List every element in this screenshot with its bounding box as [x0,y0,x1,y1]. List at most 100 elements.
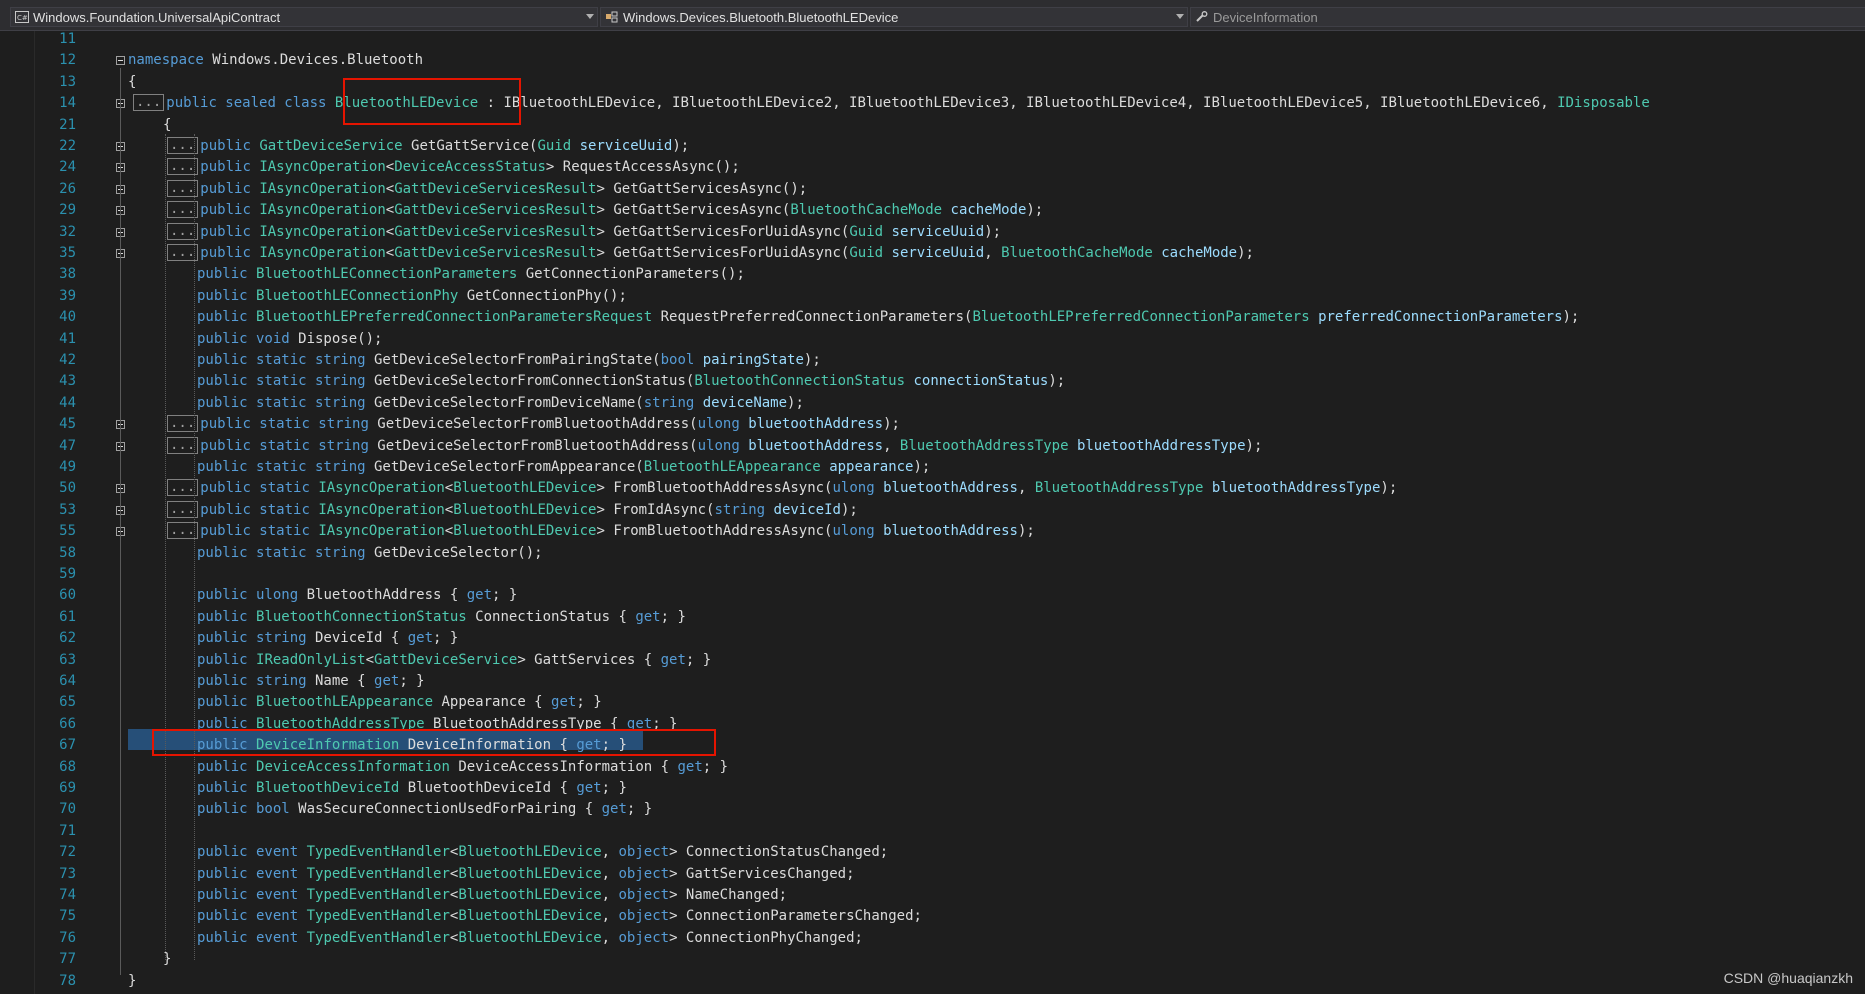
code-line[interactable]: 62 public string DeviceId { get; } [0,628,1865,649]
code-line[interactable]: 63 public IReadOnlyList<GattDeviceService… [0,650,1865,671]
code-line[interactable]: 22 ... public GattDeviceService GetGattSer… [0,136,1865,157]
code-line[interactable]: 26 ... public IAsyncOperation<GattDeviceSe… [0,179,1865,200]
code-token: public static [200,480,310,497]
code-token: ); [1237,245,1254,261]
code-token: BluetoothLEDevice [453,480,597,497]
code-text: ... public IAsyncOperation<GattDeviceServ… [167,179,807,200]
code-line[interactable]: 24 ... public IAsyncOperation<DeviceAccess… [0,157,1865,178]
code-line[interactable]: 45 ... public static string GetDeviceSelec… [0,414,1865,435]
code-token: namespace [128,52,204,69]
member-dropdown-label: DeviceInformation [1213,10,1318,25]
code-token: ); [883,416,900,433]
code-token: > FromIdAsync( [596,501,715,518]
code-line[interactable]: 55 ... public static IAsyncOperation<Bluet… [0,521,1865,542]
code-line[interactable]: 35 ... public IAsyncOperation<GattDeviceSe… [0,243,1865,264]
code-line[interactable]: 76 public event TypedEventHandler<Bluetoo… [0,928,1865,949]
code-line[interactable]: 29 ... public IAsyncOperation<GattDeviceSe… [0,200,1865,221]
code-token: > GetGattServicesForUuidAsync( [596,245,850,261]
line-number: 67 [59,737,76,754]
code-line[interactable]: 77} [0,949,1865,970]
code-token: > FromBluetoothAddressAsync( [596,480,833,497]
code-token: ); [913,459,931,475]
code-line[interactable]: 21 { [0,115,1865,136]
code-token: public static [200,501,310,518]
code-line[interactable]: 12 namespace Windows.Devices.Bluetooth [0,50,1865,71]
code-text: ... public IAsyncOperation<GattDeviceServ… [167,243,1254,264]
code-token: public event [197,844,299,861]
code-line[interactable]: 74 public event TypedEventHandler<Bluetoo… [0,885,1865,906]
code-line[interactable]: 68 public DeviceAccessInformation DeviceA… [0,757,1865,778]
code-token: IAsyncOperation [259,180,386,197]
code-text: public BluetoothLEAppearance Appearance … [197,692,602,713]
code-token: bluetoothAddress [748,416,884,433]
code-line[interactable]: 38 public BluetoothLEConnectionParameters… [0,264,1865,285]
line-number: 22 [59,138,76,154]
code-line[interactable]: 53 ... public static IAsyncOperation<Bluet… [0,500,1865,521]
code-token: serviceUuid [891,223,985,240]
code-token: string [714,501,766,518]
code-line[interactable]: 59 [0,564,1865,585]
code-token: deviceName [702,394,788,411]
code-token: BluetoothLEConnectionParameters [256,266,518,283]
code-token: < [444,523,454,540]
code-text: public BluetoothLEPreferredConnectionPar… [197,307,1579,328]
code-line[interactable]: 70 public bool WasSecureConnectionUsedFor… [0,799,1865,820]
code-line[interactable]: 65 public BluetoothLEAppearance Appearanc… [0,692,1865,713]
code-line[interactable]: 50 ... public static IAsyncOperation<Bluet… [0,478,1865,499]
code-token: public [197,780,248,796]
code-token: > FromBluetoothAddressAsync( [596,523,833,540]
collapsed-region-marker[interactable]: ... [133,94,165,112]
code-line[interactable]: 47 ... public static string GetDeviceSelec… [0,436,1865,457]
code-token: IAsyncOperation [318,523,445,540]
code-token: ConnectionStatus { [466,608,636,625]
code-text: public IReadOnlyList<GattDeviceService> … [197,650,711,671]
code-token: , [1017,480,1035,497]
code-text: ... public static IAsyncOperation<Bluetoo… [167,478,1397,499]
type-dropdown[interactable]: Windows.Devices.Bluetooth.BluetoothLEDev… [600,7,1188,27]
line-number: 32 [59,223,76,240]
code-line[interactable]: 71 [0,821,1865,842]
code-line[interactable]: 73 public event TypedEventHandler<Bluetoo… [0,864,1865,885]
code-line[interactable]: 13 { [0,72,1865,93]
line-number: 26 [59,180,76,197]
code-token: public event [197,929,299,946]
code-token: public static string [197,373,366,390]
code-text: public static string GetDeviceSelectorFr… [197,350,821,371]
code-line[interactable]: 49 public static string GetDeviceSelector… [0,457,1865,478]
code-token: ); [1380,480,1398,497]
code-line[interactable]: 60 public ulong BluetoothAddress { get; } [0,585,1865,606]
code-line[interactable]: 43 public static string GetDeviceSelector… [0,371,1865,392]
code-line[interactable]: 41 public void Dispose(); [0,329,1865,350]
line-number: 61 [59,608,76,625]
collapse-outline-icon[interactable] [116,56,125,66]
code-token: , [601,887,619,903]
code-line[interactable]: 39 public BluetoothLEConnectionPhy GetCon… [0,286,1865,307]
code-line[interactable]: 11 [0,29,1865,50]
code-token: > GattServicesChanged; [669,865,855,882]
code-line[interactable]: 64 public string Name { get; } [0,671,1865,692]
code-line[interactable]: 14... public sealed class BluetoothLEDevi… [0,93,1865,114]
project-dropdown[interactable]: C# Windows.Foundation.UniversalApiContra… [10,7,598,27]
type-dropdown-label: Windows.Devices.Bluetooth.BluetoothLEDev… [623,10,899,25]
code-line[interactable]: 61 public BluetoothConnectionStatus Conne… [0,607,1865,628]
code-token: > GetGattServicesForUuidAsync( [596,223,850,240]
code-line[interactable]: 69 public BluetoothDeviceId BluetoothDevi… [0,778,1865,799]
code-line[interactable]: 32 ... public IAsyncOperation<GattDeviceSe… [0,222,1865,243]
code-token: public [197,266,248,283]
code-line[interactable]: 78} [0,971,1865,992]
member-dropdown[interactable]: DeviceInformation [1190,7,1865,27]
code-token: , [601,865,619,882]
code-line[interactable]: 42 public static string GetDeviceSelector… [0,350,1865,371]
code-text: namespace Windows.Devices.Bluetooth [128,50,423,71]
code-line[interactable]: 44 public static string GetDeviceSelector… [0,393,1865,414]
code-token: ulong [832,480,875,497]
code-line[interactable]: 40 public BluetoothLEPreferredConnectionP… [0,307,1865,328]
code-line[interactable]: 75 public event TypedEventHandler<Bluetoo… [0,906,1865,927]
code-line[interactable]: 58 public static string GetDeviceSelector… [0,543,1865,564]
code-line[interactable]: 72 public event TypedEventHandler<Bluetoo… [0,842,1865,863]
